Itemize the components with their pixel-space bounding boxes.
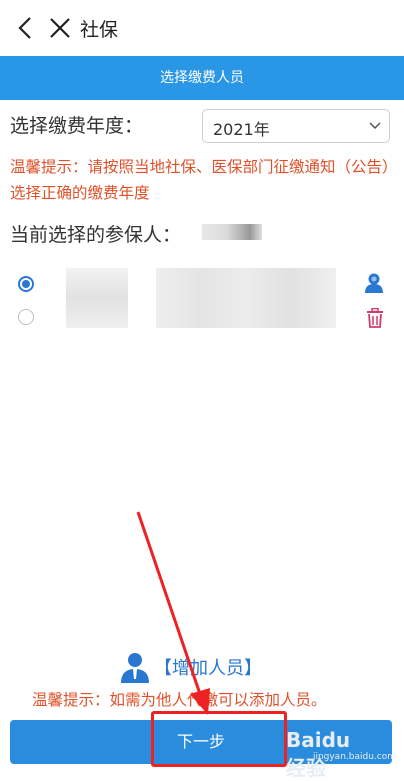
add-person-tip: 温馨提示：如需为他人代缴可以添加人员。: [32, 691, 327, 709]
add-person-icon[interactable]: [118, 650, 152, 684]
redacted-person-name: [66, 268, 128, 328]
year-select-value: 2021年: [213, 120, 270, 139]
section-header: 选择缴费人员: [0, 56, 404, 100]
current-insured-name-redacted: [202, 224, 262, 240]
watermark-sub: jingyan.baidu.com: [312, 752, 396, 762]
year-label: 选择缴费年度：: [10, 115, 144, 137]
year-select[interactable]: 2021年: [202, 109, 390, 143]
top-bar: 社保: [0, 0, 404, 56]
baidu-watermark: Baidu经验 jingyan.baidu.com: [286, 726, 396, 780]
page-title: 社保: [80, 19, 119, 41]
trash-icon[interactable]: [366, 308, 384, 328]
close-icon[interactable]: [48, 16, 72, 40]
warning-tip: 温馨提示：请按照当地社保、医保部门征缴通知（公告）选择正确的缴费年度: [10, 158, 390, 202]
person-radio-1[interactable]: [18, 276, 34, 292]
person-radio-2[interactable]: [18, 309, 34, 325]
chevron-down-icon: [369, 122, 381, 130]
current-insured-label: 当前选择的参保人：: [10, 224, 182, 246]
person-icon[interactable]: [363, 272, 385, 294]
add-person-button[interactable]: 【增加人员】: [154, 654, 262, 680]
back-icon[interactable]: [14, 16, 38, 40]
redacted-person-id: [156, 268, 336, 328]
